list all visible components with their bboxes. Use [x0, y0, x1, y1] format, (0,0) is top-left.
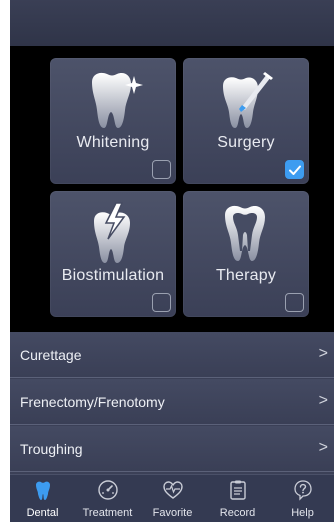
category-label: Whitening: [76, 134, 150, 151]
category-checkbox-whitening[interactable]: [152, 160, 171, 179]
tab-favorite[interactable]: Favorite: [140, 475, 205, 522]
tooth-icon: [10, 479, 75, 503]
category-checkbox-biostimulation[interactable]: [152, 293, 171, 312]
heart-pulse-icon: [140, 479, 205, 503]
procedure-label: Troughing: [20, 441, 83, 457]
category-label: Surgery: [217, 134, 275, 151]
category-card-biostimulation[interactable]: Biostimulation: [50, 191, 176, 317]
procedure-label: Frenectomy/Frenotomy: [20, 394, 165, 410]
category-label: Biostimulation: [61, 267, 165, 284]
checkmark-icon: [288, 165, 301, 175]
tab-label: Help: [291, 507, 314, 519]
procedure-row-troughing[interactable]: Troughing >: [10, 426, 334, 472]
procedure-label: Curettage: [20, 347, 82, 363]
category-grid: Whitening Surgery Biostimulation Therapy: [10, 46, 334, 332]
category-card-surgery[interactable]: Surgery: [183, 58, 309, 184]
procedure-list: Curettage > Frenectomy/Frenotomy > Troug…: [10, 332, 334, 474]
tooth-lightning-icon: [50, 201, 176, 267]
chevron-right-icon: >: [318, 392, 328, 409]
tab-help[interactable]: Help: [270, 475, 334, 522]
tab-record[interactable]: Record: [205, 475, 270, 522]
tab-label: Dental: [26, 507, 59, 519]
procedure-row-frenectomy[interactable]: Frenectomy/Frenotomy >: [10, 379, 334, 425]
tab-dental[interactable]: Dental: [10, 475, 75, 522]
tab-label: Treatment: [82, 507, 133, 519]
category-card-therapy[interactable]: Therapy: [183, 191, 309, 317]
tooth-root-icon: [183, 201, 309, 267]
help-icon: [270, 479, 334, 503]
bottom-tab-bar: Dental Treatment Favorite Record Help: [10, 474, 334, 522]
procedure-row-curettage[interactable]: Curettage >: [10, 332, 334, 378]
tooth-scalpel-icon: [183, 68, 309, 134]
tab-label: Record: [219, 507, 256, 519]
tab-label: Favorite: [152, 507, 193, 519]
category-card-whitening[interactable]: Whitening: [50, 58, 176, 184]
chevron-right-icon: >: [318, 439, 328, 456]
tab-treatment[interactable]: Treatment: [75, 475, 140, 522]
tooth-sparkle-icon: [50, 68, 176, 134]
clipboard-icon: [205, 479, 270, 503]
app-screen: Whitening Surgery Biostimulation Therapy…: [10, 0, 334, 522]
gauge-icon: [75, 479, 140, 503]
category-label: Therapy: [215, 267, 277, 284]
top-bar: [10, 0, 334, 46]
chevron-right-icon: >: [318, 345, 328, 362]
category-checkbox-surgery[interactable]: [285, 160, 304, 179]
category-checkbox-therapy[interactable]: [285, 293, 304, 312]
